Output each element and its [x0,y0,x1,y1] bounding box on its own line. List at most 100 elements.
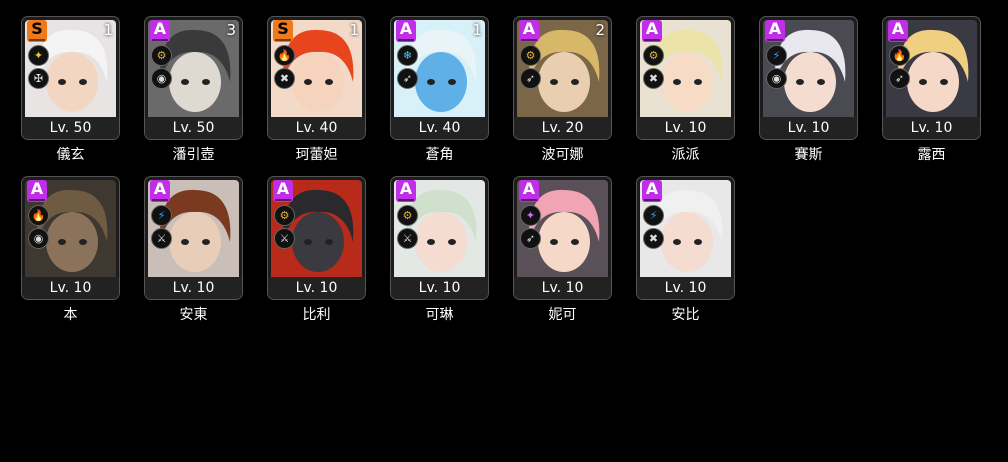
agent-card[interactable]: A ⚡ ⚔ Lv. 10 安東 [144,176,243,324]
attack-icon: ⚔ [274,228,295,249]
agent-row: S 1 ✦ ✠ Lv. 50 儀玄 A 3 ⚙ ◉ Lv. 50 潘引壺 S 1… [21,16,1001,164]
agent-level: Lv. 50 [22,117,119,139]
agent-card[interactable]: A 🔥 ◉ Lv. 10 本 [21,176,120,324]
mindscape-count: 1 [349,21,359,39]
agent-card[interactable]: A ⚙ ✖ Lv. 10 派派 [636,16,735,164]
agent-level: Lv. 10 [145,277,242,299]
attack-icon: ⚔ [151,228,172,249]
agent-level: Lv. 10 [883,117,980,139]
physical-icon: ⚙ [643,45,664,66]
agent-card-frame[interactable]: A ⚙ ⚔ Lv. 10 [267,176,366,300]
agent-name: 潘引壺 [172,147,215,163]
ice-icon: ❄ [397,45,418,66]
agent-grid: S 1 ✦ ✠ Lv. 50 儀玄 A 3 ⚙ ◉ Lv. 50 潘引壺 S 1… [21,16,1001,336]
agent-card[interactable]: S 1 ✦ ✠ Lv. 50 儀玄 [21,16,120,164]
agent-row: A 🔥 ◉ Lv. 10 本 A ⚡ ⚔ Lv. 10 安東 A ⚙ ⚔ Lv.… [21,176,1001,324]
agent-level: Lv. 50 [145,117,242,139]
rank-badge: A [888,20,908,42]
agent-name: 派派 [671,147,700,163]
support-icon: ➶ [889,68,910,89]
agent-name: 儀玄 [56,147,85,163]
agent-name: 賽斯 [794,147,823,163]
defense-icon: ◉ [151,68,172,89]
rank-badge: A [642,20,662,42]
agent-card-frame[interactable]: A ⚙ ⚔ Lv. 10 [390,176,489,300]
agent-name: 比利 [302,307,331,323]
agent-card-frame[interactable]: A ⚡ ✖ Lv. 10 [636,176,735,300]
agent-level: Lv. 10 [22,277,119,299]
agent-level: Lv. 10 [760,117,857,139]
agent-level: Lv. 10 [637,277,734,299]
agent-level: Lv. 10 [268,277,365,299]
agent-card[interactable]: A 2 ⚙ ➶ Lv. 20 波可娜 [513,16,612,164]
electric-icon: ⚡ [643,205,664,226]
rank-badge: A [519,20,539,42]
agent-name: 安比 [671,307,700,323]
ether-icon: ✦ [28,45,49,66]
rank-badge: A [150,20,170,42]
stun-icon: ✖ [274,68,295,89]
rank-badge: A [765,20,785,42]
mindscape-count: 2 [595,21,605,39]
defense-icon: ◉ [28,228,49,249]
mindscape-count: 3 [226,21,236,39]
fire-icon: 🔥 [274,45,295,66]
agent-card[interactable]: A ⚙ ⚔ Lv. 10 可琳 [390,176,489,324]
agent-level: Lv. 40 [268,117,365,139]
support-icon: ➶ [520,68,541,89]
physical-icon: ⚙ [274,205,295,226]
stun-icon: ✖ [643,228,664,249]
rupture-icon: ✠ [28,68,49,89]
agent-card[interactable]: S 1 🔥 ✖ Lv. 40 珂蕾妲 [267,16,366,164]
mindscape-count: 1 [103,21,113,39]
agent-card[interactable]: A ⚡ ✖ Lv. 10 安比 [636,176,735,324]
agent-level: Lv. 10 [637,117,734,139]
support-icon: ➶ [397,68,418,89]
physical-icon: ⚙ [151,45,172,66]
agent-card-frame[interactable]: A 3 ⚙ ◉ Lv. 50 [144,16,243,140]
agent-card-frame[interactable]: A 1 ❄ ➶ Lv. 40 [390,16,489,140]
rank-badge: A [27,180,47,202]
agent-card-frame[interactable]: A 🔥 ◉ Lv. 10 [21,176,120,300]
agent-card-frame[interactable]: A ✦ ➶ Lv. 10 [513,176,612,300]
agent-card-frame[interactable]: A 🔥 ➶ Lv. 10 [882,16,981,140]
agent-name: 本 [63,307,78,323]
agent-card[interactable]: A 🔥 ➶ Lv. 10 露西 [882,16,981,164]
electric-icon: ⚡ [151,205,172,226]
agent-level: Lv. 20 [514,117,611,139]
agent-name: 波可娜 [541,147,584,163]
support-icon: ➶ [520,228,541,249]
agent-name: 可琳 [425,307,454,323]
stun-icon: ✖ [643,68,664,89]
rank-badge: A [642,180,662,202]
agent-card-frame[interactable]: S 1 ✦ ✠ Lv. 50 [21,16,120,140]
agent-level: Lv. 10 [391,277,488,299]
agent-name: 珂蕾妲 [295,147,338,163]
agent-card-frame[interactable]: S 1 🔥 ✖ Lv. 40 [267,16,366,140]
agent-card-frame[interactable]: A ⚡ ⚔ Lv. 10 [144,176,243,300]
rank-badge: A [396,20,416,42]
fire-icon: 🔥 [28,205,49,226]
agent-card[interactable]: A 3 ⚙ ◉ Lv. 50 潘引壺 [144,16,243,164]
attack-icon: ⚔ [397,228,418,249]
physical-icon: ⚙ [520,45,541,66]
rank-badge: A [396,180,416,202]
agent-level: Lv. 40 [391,117,488,139]
agent-card[interactable]: A ✦ ➶ Lv. 10 妮可 [513,176,612,324]
agent-name: 安東 [179,307,208,323]
agent-card-frame[interactable]: A 2 ⚙ ➶ Lv. 20 [513,16,612,140]
rank-badge: A [273,180,293,202]
rank-badge: A [519,180,539,202]
ether-icon: ✦ [520,205,541,226]
agent-card-frame[interactable]: A ⚡ ◉ Lv. 10 [759,16,858,140]
agent-name: 妮可 [548,307,577,323]
agent-card-frame[interactable]: A ⚙ ✖ Lv. 10 [636,16,735,140]
agent-card[interactable]: A ⚙ ⚔ Lv. 10 比利 [267,176,366,324]
agent-card[interactable]: A 1 ❄ ➶ Lv. 40 蒼角 [390,16,489,164]
rank-badge: S [27,20,47,42]
rank-badge: S [273,20,293,42]
agent-card[interactable]: A ⚡ ◉ Lv. 10 賽斯 [759,16,858,164]
agent-level: Lv. 10 [514,277,611,299]
rank-badge: A [150,180,170,202]
electric-icon: ⚡ [766,45,787,66]
